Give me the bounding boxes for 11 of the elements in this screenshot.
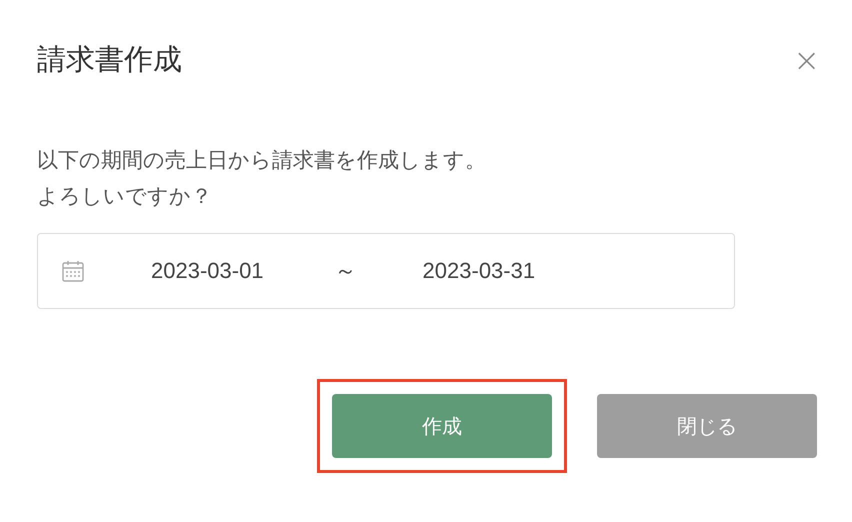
dialog-button[interactable]: 閉じる [597,394,817,458]
message-text: 以下の期間の売上日から請求書を作成します。 [37,147,486,174]
dialog-button[interactable]: 作成 [332,394,552,458]
range-separator: ～ [334,258,357,286]
date-range-field[interactable]: 2023-03-01 ～ 2023-03-31 [37,233,735,309]
end-date: 2023-03-31 [422,258,536,284]
start-date: 2023-03-01 [151,258,264,284]
dialog-title: 請求書作成 [37,41,182,78]
calendar-icon [61,259,85,283]
close-button[interactable]: × [793,44,820,76]
message-text: よろしいですか？ [37,183,212,210]
